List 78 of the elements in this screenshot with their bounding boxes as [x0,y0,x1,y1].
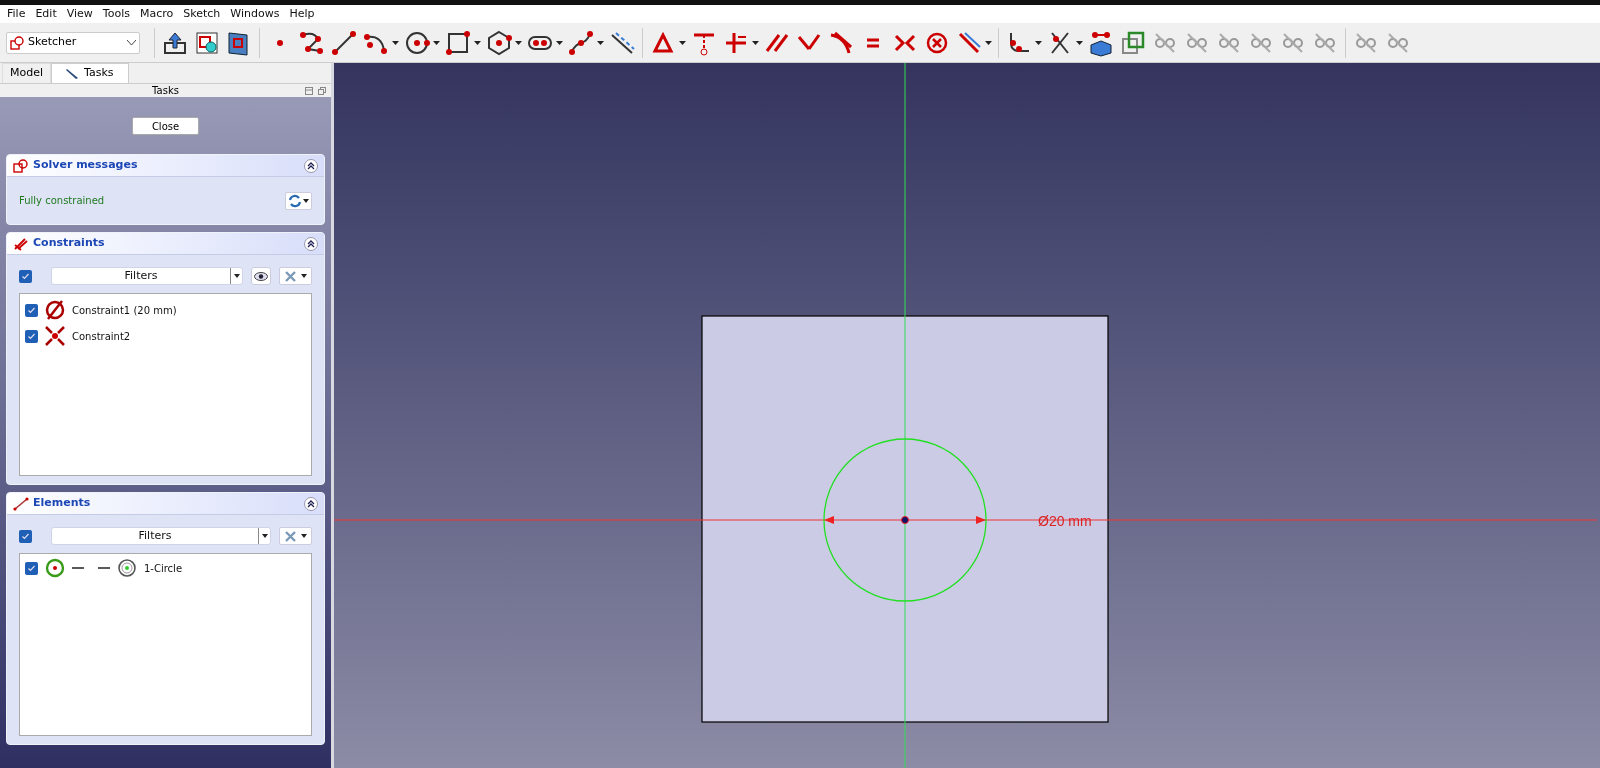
dropdown-caret-icon[interactable] [392,40,399,45]
sketch-icon [10,35,24,50]
checkbox[interactable] [25,561,38,575]
constraint-label[interactable]: Constraint2 [72,328,131,344]
panel-tab[interactable]: Model [2,63,52,83]
panel-tab[interactable]: Tasks [51,63,129,83]
filters-dropdown[interactable]: Filters [51,267,243,285]
menu-item[interactable]: Macro [134,5,179,23]
caret-icon [303,198,309,203]
checkmark-icon [27,305,36,315]
dropdown-caret-icon[interactable] [515,40,522,45]
solver-status: Fully constrained [19,194,106,208]
dropdown-caret-icon[interactable] [597,40,604,45]
checkbox[interactable] [25,329,38,343]
caret-icon [301,534,307,538]
checkbox[interactable] [19,529,32,543]
checkmark-icon [27,563,36,573]
dropdown-caret-icon[interactable] [556,40,563,45]
close-button[interactable]: Close [132,117,199,135]
collapse-icon[interactable] [304,496,318,511]
caret-icon [301,274,307,278]
rectangle-icon[interactable] [444,28,472,57]
menu-item[interactable]: Windows [225,5,285,23]
dropdown-caret-icon[interactable] [433,40,440,45]
menu-item[interactable]: Sketch [178,5,226,23]
tools-icon [284,529,297,543]
menu-item[interactable]: Edit [30,5,62,23]
hexagon-icon[interactable] [485,28,513,57]
section-title: Elements [33,495,91,512]
workbench-selector[interactable]: Sketcher [6,31,140,54]
dropdown-caret-icon[interactable] [752,40,759,45]
element-label[interactable]: 1-Circle [144,560,183,576]
filters-dropdown[interactable]: Filters [51,527,271,545]
circle-edge-icon [44,558,66,578]
constraint-label[interactable]: Constraint1 (20 mm) [72,302,177,318]
checkmark-icon [21,271,30,281]
dash-icon [72,566,84,570]
circle-center-icon [116,558,138,578]
menu-item[interactable]: Tools [97,5,135,23]
chevron-down-icon [127,40,136,45]
caret-icon [261,534,268,538]
refresh-dropdown-button[interactable] [285,191,312,210]
curve-icon[interactable] [567,28,595,57]
settings-dropdown-button[interactable] [279,267,312,285]
menu-item[interactable]: View [61,5,98,23]
dash-icon [98,566,110,570]
dropdown-caret-icon[interactable] [1035,40,1042,45]
panel-title: Tasks [152,85,179,96]
line-icon[interactable] [330,28,358,57]
diameter-icon [44,299,66,321]
constraint-icon [13,236,29,251]
diameter-dimension[interactable] [824,516,986,524]
refresh-icon [288,193,302,208]
dropdown-caret-icon[interactable] [1076,40,1083,45]
coincident-icon [44,325,66,347]
line-segment-icon [13,496,29,511]
checkmark-icon [21,531,30,541]
caret-icon [233,274,240,278]
checkbox[interactable] [19,269,32,283]
dropdown-caret-icon[interactable] [985,40,992,45]
checkbox[interactable] [25,303,38,317]
visibility-button[interactable] [251,267,271,285]
menu-item[interactable]: Help [284,5,320,23]
section-title: Solver messages [33,157,138,174]
dropdown-caret-icon[interactable] [679,40,686,45]
eye-icon [254,271,268,281]
center-point[interactable] [901,516,909,524]
sketch-icon [13,158,29,173]
tools-icon [284,269,297,283]
close-panel-icon[interactable] [318,86,326,95]
dropdown-caret-icon[interactable] [474,40,481,45]
collapse-icon[interactable] [304,236,318,251]
collapse-icon[interactable] [304,158,318,173]
checkmark-icon [27,331,36,341]
section-title: Constraints [33,235,105,252]
menu-item[interactable]: File [2,5,31,23]
settings-dropdown-button[interactable] [279,527,312,545]
float-icon[interactable] [305,86,313,95]
